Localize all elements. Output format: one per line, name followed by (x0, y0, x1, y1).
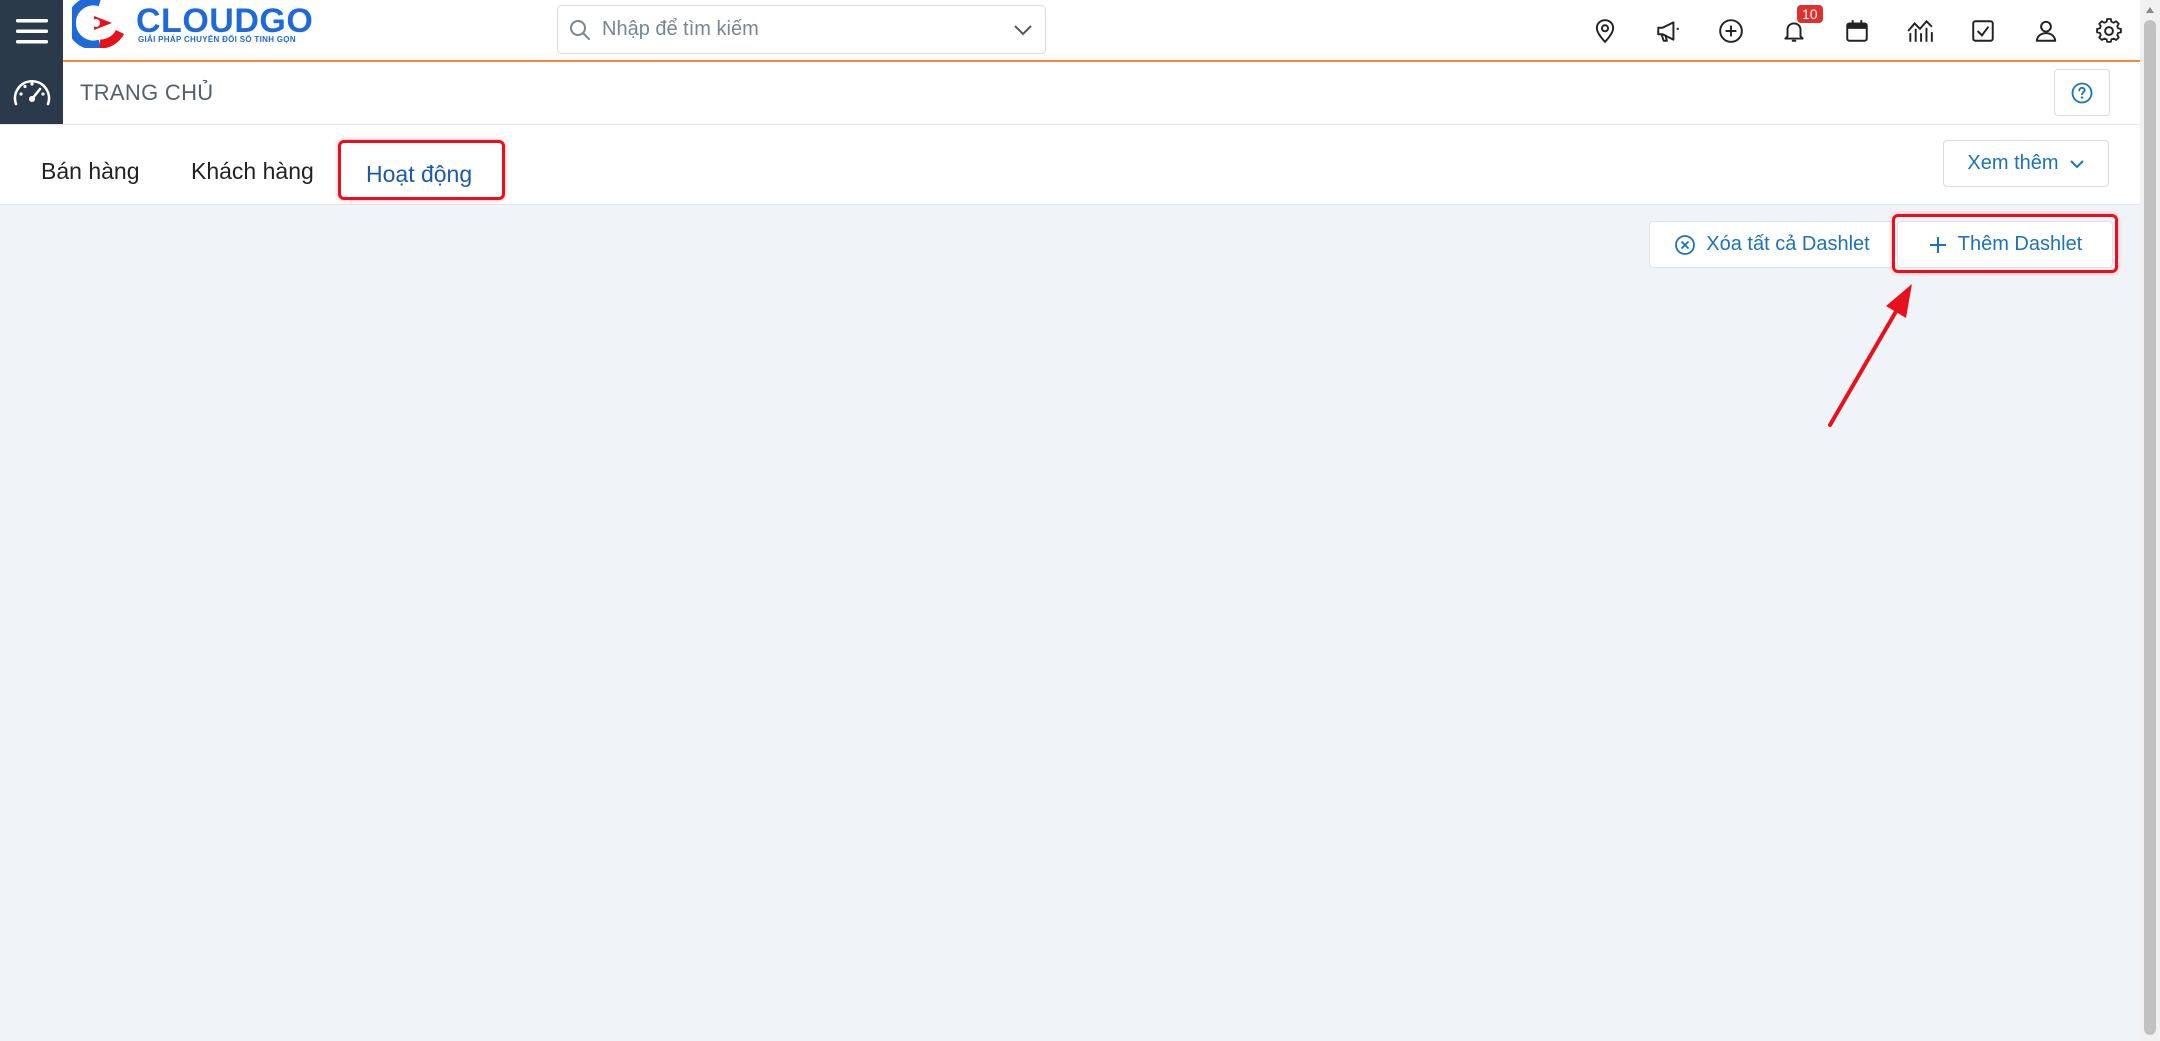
help-button[interactable] (2054, 69, 2110, 116)
more-button-label: Xem thêm (1967, 152, 2059, 174)
hamburger-menu-icon[interactable] (0, 0, 63, 62)
help-icon (2071, 82, 2093, 103)
scrollbar-thumb[interactable] (2144, 20, 2156, 1035)
tab-ban-hang[interactable]: Bán hàng (41, 158, 139, 185)
dashboard-icon[interactable] (0, 62, 63, 124)
user-icon[interactable] (2014, 0, 2077, 62)
page-title: TRANG CHỦ (80, 80, 214, 105)
toolbar-icons: 10 (1573, 0, 2140, 62)
plus-circle-icon[interactable] (1699, 0, 1762, 62)
annotation-arrow-icon (1828, 284, 1912, 427)
cloudgo-logo-icon (72, 0, 125, 48)
brand-logo[interactable]: CLOUDGO GIẢI PHÁP CHUYỂN ĐỔI SỐ TINH GỌN (72, 0, 313, 48)
dashboard-tabs: Bán hàng Khách hàng Hoạt động Xem thêm (0, 125, 2140, 205)
top-header: CLOUDGO GIẢI PHÁP CHUYỂN ĐỔI SỐ TINH GỌN (0, 0, 2140, 62)
close-circle-icon (1675, 234, 1696, 255)
notification-badge: 10 (1797, 5, 1823, 23)
clear-all-dashlets-button[interactable]: Xóa tất cả Dashlet (1649, 221, 1895, 268)
page-header: TRANG CHỦ (0, 62, 2140, 125)
scroll-up-arrow-icon[interactable] (2140, 0, 2160, 20)
add-dashlet-highlight-box (1892, 214, 2118, 273)
bell-icon[interactable]: 10 (1762, 0, 1825, 62)
calendar-icon[interactable] (1825, 0, 1888, 62)
gear-icon[interactable] (2077, 0, 2140, 62)
search-icon (558, 19, 602, 41)
chart-icon[interactable] (1888, 0, 1951, 62)
search-input[interactable] (602, 6, 1001, 53)
clear-all-dashlets-label: Xóa tất cả Dashlet (1706, 233, 1870, 255)
chevron-down-icon[interactable] (1001, 24, 1045, 36)
tab-khach-hang[interactable]: Khách hàng (191, 158, 314, 185)
megaphone-icon[interactable] (1636, 0, 1699, 62)
chevron-down-icon (2069, 159, 2084, 168)
more-button[interactable]: Xem thêm (1943, 140, 2109, 187)
checkbox-icon[interactable] (1951, 0, 2014, 62)
vertical-scrollbar[interactable] (2140, 0, 2160, 1041)
brand-tagline: GIẢI PHÁP CHUYỂN ĐỔI SỐ TINH GỌN (138, 35, 296, 44)
tab-highlight-box (338, 140, 505, 200)
location-icon[interactable] (1573, 0, 1636, 62)
global-search[interactable] (557, 5, 1046, 54)
